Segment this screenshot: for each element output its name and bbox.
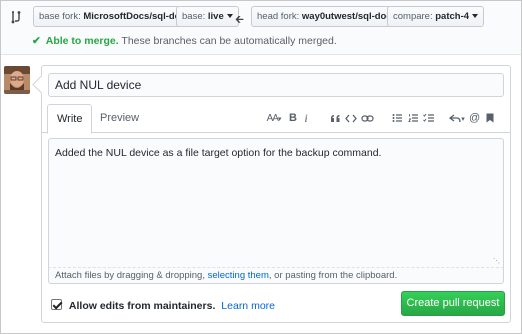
heading-icon[interactable]: AA▾ [266, 104, 282, 133]
pr-body-text: Added the NUL device as a file target op… [55, 147, 382, 159]
chevron-down-icon [472, 14, 479, 19]
compare-branch-select[interactable]: compare: patch-4 [387, 6, 485, 27]
pull-request-form: base fork: MicrosoftDocs/sql-docs base: … [0, 0, 522, 334]
heading-icon-glyph: AA [266, 113, 279, 124]
resize-handle-icon[interactable]: ⋱ [493, 258, 500, 265]
chevron-down-icon: ▾ [461, 116, 465, 123]
base-branch-prefix: base: [182, 11, 206, 22]
chevron-down-icon: ▾ [277, 116, 282, 123]
tab-write[interactable]: Write [47, 104, 93, 134]
task-list-icon[interactable] [422, 104, 435, 133]
avatar [4, 66, 30, 94]
numbered-list-icon[interactable] [407, 104, 419, 133]
base-fork-prefix: base fork: [39, 11, 81, 22]
base-branch-value: live [207, 11, 224, 22]
bold-icon[interactable]: B [288, 104, 298, 133]
check-icon: ✔ [32, 35, 41, 47]
arrow-left-icon: 🡰 [235, 14, 244, 26]
pr-body-textarea[interactable]: Added the NUL device as a file target op… [48, 138, 504, 267]
attach-files-bar[interactable]: Attach files by dragging & dropping, sel… [48, 267, 504, 284]
allow-edits-checkbox[interactable] [51, 299, 62, 310]
attach-suffix: , or pasting from the clipboard. [268, 270, 398, 281]
pr-composer: Add NUL device Write Preview AA▾ B i ▾ @… [41, 65, 511, 323]
compare-branch-prefix: compare: [393, 11, 433, 22]
pr-title-input[interactable]: Add NUL device [48, 73, 504, 97]
bulleted-list-icon[interactable] [391, 104, 403, 133]
reply-icon[interactable]: ▾ [449, 104, 465, 133]
chevron-down-icon [226, 14, 233, 19]
italic-icon[interactable]: i [302, 104, 310, 133]
compare-branch-value: patch-4 [435, 11, 470, 22]
base-branch-select[interactable]: base: live [176, 6, 239, 27]
head-fork-prefix: head fork: [257, 11, 300, 22]
merge-status-detail: These branches can be automatically merg… [121, 35, 337, 47]
selecting-them-link[interactable]: selecting them [208, 270, 269, 281]
head-fork-value: way0utwest/sql-docs [301, 11, 397, 22]
link-icon[interactable] [361, 104, 374, 133]
mention-icon[interactable]: @ [469, 104, 480, 133]
allow-edits-row: Allow edits from maintainers. Learn more [51, 298, 275, 314]
tab-preview[interactable]: Preview [91, 104, 148, 133]
quote-icon[interactable] [329, 104, 341, 133]
code-icon[interactable] [345, 104, 357, 133]
create-pull-request-button[interactable]: Create pull request [401, 291, 505, 316]
merge-status: ✔ Able to merge. These branches can be a… [32, 35, 337, 47]
allow-edits-label[interactable]: Allow edits from maintainers. [69, 300, 215, 312]
merge-status-label: Able to merge. [45, 35, 119, 47]
learn-more-link[interactable]: Learn more [221, 300, 275, 312]
attach-prefix: Attach files by dragging & dropping, [55, 270, 208, 281]
compare-bar: base fork: MicrosoftDocs/sql-docs base: … [1, 1, 521, 55]
base-fork-value: MicrosoftDocs/sql-docs [83, 11, 192, 22]
compare-branch-icon [11, 11, 21, 24]
bookmark-icon[interactable] [485, 104, 495, 133]
